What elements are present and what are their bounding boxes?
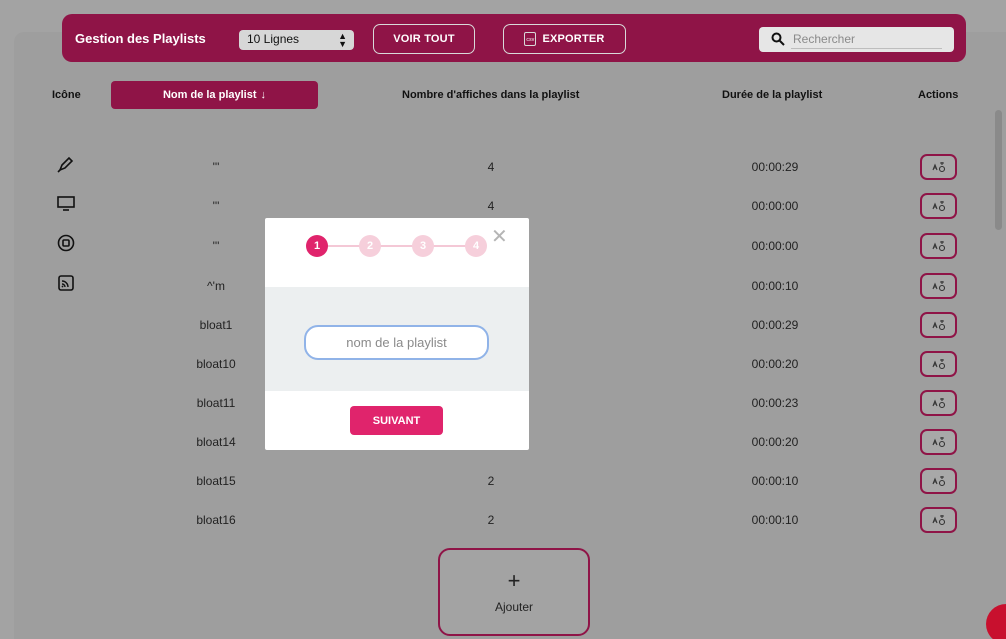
row-action-button[interactable]	[920, 351, 957, 377]
row-action-button[interactable]	[920, 193, 957, 219]
toolbar: Gestion des Playlists 10 Lignes ▲ ▼ VOIR …	[62, 14, 966, 62]
close-icon[interactable]: ✕	[491, 227, 508, 247]
row-name: '''	[212, 239, 220, 253]
next-label: SUIVANT	[372, 414, 421, 427]
column-header-actions: Actions	[918, 89, 959, 101]
row-count: 4	[487, 160, 495, 174]
column-header-name[interactable]: Nom de la playlist ↓	[111, 81, 318, 109]
add-playlist-button[interactable]: + Ajouter	[438, 548, 590, 636]
action-icon	[931, 359, 945, 370]
row-action-button[interactable]	[920, 429, 957, 455]
row-duration: 00:00:10	[751, 279, 799, 293]
create-playlist-modal: 1 2 3 4 ✕ nom de la playlist SUIVANT	[265, 218, 529, 450]
column-header-icon: Icône	[52, 89, 81, 101]
disc-icon	[56, 233, 76, 253]
action-icon	[931, 398, 945, 409]
search-icon	[771, 32, 785, 46]
row-name: bloat16	[196, 513, 236, 527]
step-4: 4	[465, 235, 487, 257]
action-icon	[931, 320, 945, 331]
view-all-button[interactable]: VOIR TOUT	[373, 24, 475, 54]
row-duration: 00:00:00	[751, 199, 799, 213]
row-action-button[interactable]	[920, 390, 957, 416]
row-name: bloat14	[196, 435, 236, 449]
row-duration: 00:00:23	[751, 396, 799, 410]
row-name: ^'m	[207, 279, 225, 293]
row-name: bloat15	[196, 474, 236, 488]
row-duration: 00:00:00	[751, 239, 799, 253]
scrollbar[interactable]	[995, 110, 1002, 230]
row-count: 2	[487, 474, 495, 488]
row-name: bloat1	[199, 318, 233, 332]
row-duration: 00:00:20	[751, 435, 799, 449]
row-name: '''	[212, 160, 220, 174]
action-icon	[931, 241, 945, 252]
row-action-button[interactable]	[920, 507, 957, 533]
column-header-duration: Durée de la playlist	[722, 89, 823, 101]
step-connector	[326, 245, 361, 247]
lines-per-page-value: 10 Lignes	[247, 32, 300, 46]
action-icon	[931, 515, 945, 526]
row-name: bloat11	[196, 396, 236, 410]
row-duration: 00:00:10	[751, 474, 799, 488]
sort-arrow-icon: ↓	[260, 89, 267, 101]
export-button[interactable]: csv EXPORTER	[503, 24, 626, 54]
view-all-label: VOIR TOUT	[393, 33, 455, 45]
search-input[interactable]: Rechercher	[793, 32, 855, 46]
row-count: 4	[487, 199, 495, 213]
search-underline	[791, 48, 942, 49]
row-duration: 00:00:20	[751, 357, 799, 371]
step-1: 1	[306, 235, 328, 257]
search-box[interactable]: Rechercher	[759, 27, 954, 52]
column-header-count: Nombre d'affiches dans la playlist	[402, 89, 580, 101]
action-icon	[931, 281, 945, 292]
column-header-name-label: Nom de la playlist	[162, 89, 257, 101]
row-action-button[interactable]	[920, 273, 957, 299]
pen-icon	[56, 154, 76, 174]
step-connector	[432, 245, 467, 247]
add-label: Ajouter	[494, 600, 534, 614]
lines-per-page-select[interactable]: 10 Lignes ▲ ▼	[239, 30, 354, 50]
playlist-name-input[interactable]: nom de la playlist	[304, 325, 489, 360]
row-count: 2	[487, 513, 495, 527]
action-icon	[931, 437, 945, 448]
page-title: Gestion des Playlists	[75, 31, 206, 46]
monitor-icon	[56, 193, 76, 213]
row-duration: 00:00:10	[751, 513, 799, 527]
row-duration: 00:00:29	[751, 160, 799, 174]
row-action-button[interactable]	[920, 233, 957, 259]
row-action-button[interactable]	[920, 154, 957, 180]
step-2: 2	[359, 235, 381, 257]
step-3: 3	[412, 235, 434, 257]
row-name: '''	[212, 199, 220, 213]
cast-icon	[56, 273, 76, 293]
action-icon	[931, 476, 945, 487]
row-action-button[interactable]	[920, 468, 957, 494]
next-button[interactable]: SUIVANT	[350, 406, 443, 435]
select-arrows-icon: ▲ ▼	[338, 31, 347, 49]
action-icon	[931, 201, 945, 212]
row-duration: 00:00:29	[751, 318, 799, 332]
csv-file-icon: csv	[524, 32, 537, 46]
action-icon	[931, 162, 945, 173]
step-connector	[379, 245, 414, 247]
export-label: EXPORTER	[542, 33, 605, 45]
row-action-button[interactable]	[920, 312, 957, 338]
plus-icon: +	[507, 568, 521, 593]
row-name: bloat10	[196, 357, 236, 371]
